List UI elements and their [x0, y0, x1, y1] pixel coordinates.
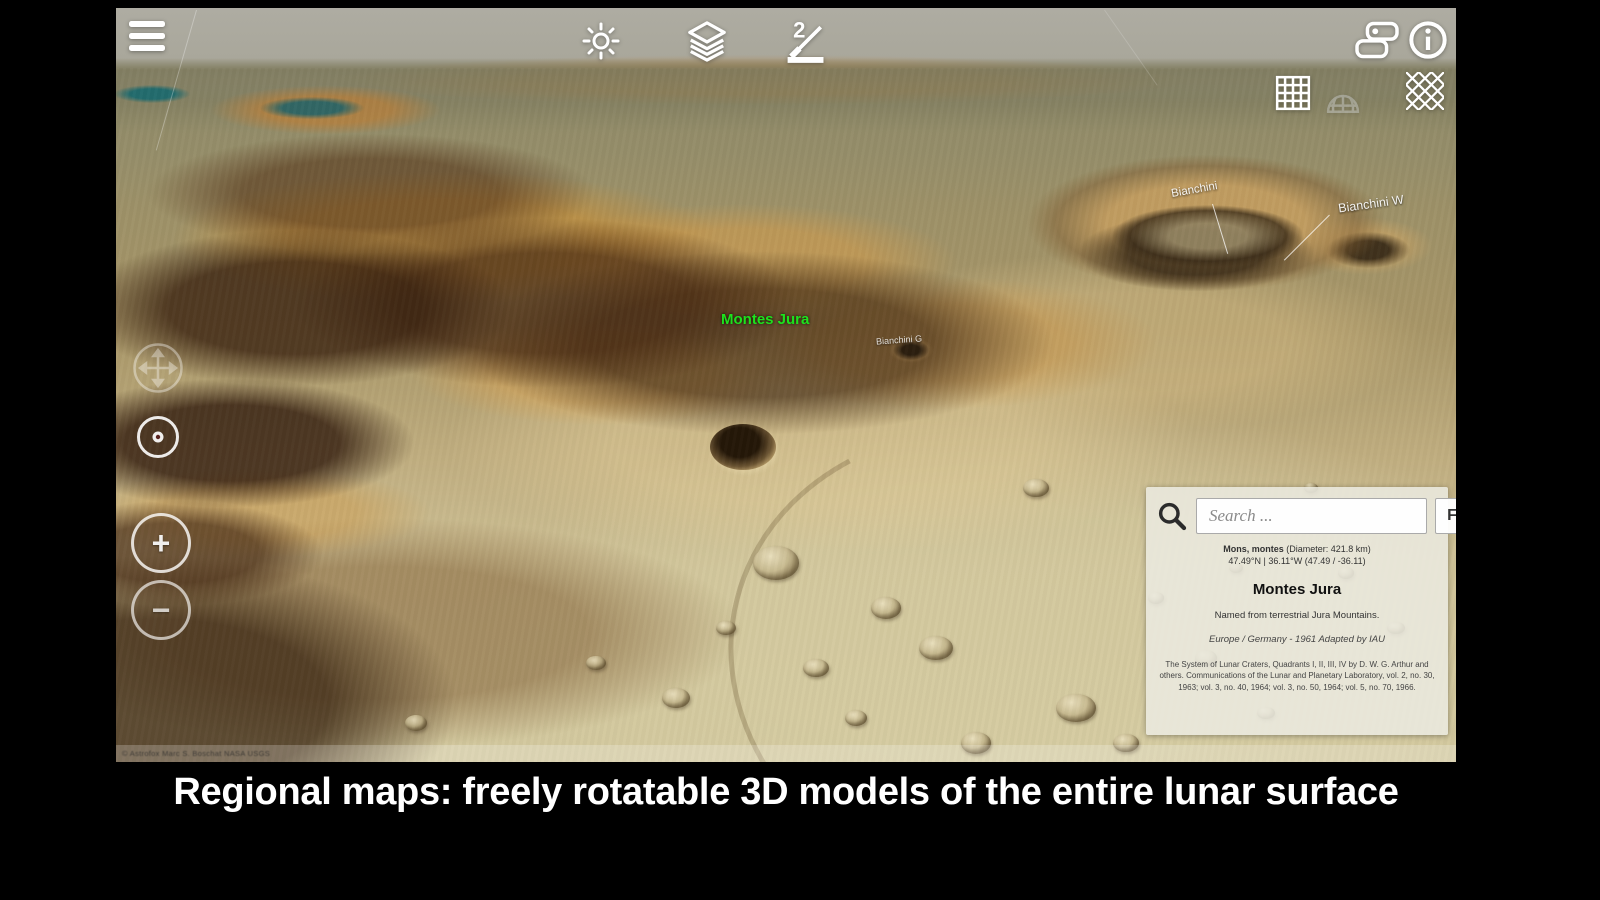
search-input[interactable]	[1196, 498, 1427, 534]
recenter-button[interactable]	[135, 414, 181, 460]
zoom-in-button[interactable]: +	[131, 513, 191, 573]
crater-decoration	[919, 636, 953, 660]
crater-decoration	[845, 710, 867, 726]
compare-views-icon[interactable]	[1354, 20, 1400, 60]
crater-decoration	[716, 621, 736, 635]
crater-decoration	[586, 656, 606, 670]
feature-type-line: Mons, montes (Diameter: 421.8 km)	[1156, 543, 1438, 555]
pan-mode-button[interactable]	[132, 342, 184, 394]
crater-decoration	[803, 659, 829, 678]
exaggeration-value: 2	[793, 18, 805, 42]
zoom-out-glyph: −	[152, 594, 171, 626]
info-icon[interactable]	[1408, 20, 1448, 60]
crater-decoration	[405, 715, 427, 731]
sun-illumination-icon[interactable]	[580, 20, 622, 62]
menu-bar	[129, 45, 165, 51]
map-label-montes-jura: Montes Jura	[721, 311, 809, 328]
feature-approval: Europe / Germany - 1961 Adapted by IAU	[1156, 634, 1438, 645]
caption-area: Regional maps: freely rotatable 3D model…	[116, 770, 1456, 816]
crater-decoration	[1056, 694, 1096, 723]
crater-decoration	[710, 424, 776, 470]
lunar-3d-map-view[interactable]: Montes Jura Bianchini G Bianchini Bianch…	[116, 8, 1456, 762]
zoom-in-glyph: +	[152, 527, 171, 559]
grid-overlay-icon[interactable]	[1274, 74, 1312, 112]
menu-bar	[129, 21, 165, 27]
zoom-out-button[interactable]: −	[131, 580, 191, 640]
find-button[interactable]: Find	[1435, 498, 1456, 534]
feature-diameter: (Diameter: 421.8 km)	[1286, 544, 1371, 554]
feature-title: Montes Jura	[1156, 581, 1438, 598]
texture-pattern-icon[interactable]	[1406, 72, 1444, 110]
promo-frame: Montes Jura Bianchini G Bianchini Bianch…	[0, 0, 1600, 900]
crater-decoration	[1023, 479, 1049, 498]
crater-decoration	[753, 546, 799, 579]
globe-graticule-icon[interactable]	[1322, 76, 1364, 116]
menu-bar	[129, 33, 165, 39]
search-icon	[1156, 500, 1188, 532]
vertical-exaggeration-icon[interactable]: 2	[782, 18, 830, 64]
feature-reference: The System of Lunar Craters, Quadrants I…	[1156, 659, 1438, 693]
feature-type: Mons, montes	[1223, 544, 1284, 554]
crater-decoration	[871, 597, 901, 619]
feature-coordinates: 47.49°N | 36.11°W (47.49 / -36.11)	[1156, 555, 1438, 567]
attribution-strip: © Astrofox Marc S. Boschat NASA USGS	[116, 745, 1456, 762]
feature-origin: Named from terrestrial Jura Mountains.	[1156, 610, 1438, 621]
attribution-text: © Astrofox Marc S. Boschat NASA USGS	[116, 749, 270, 758]
crater-decoration	[662, 688, 690, 708]
menu-icon[interactable]	[128, 18, 166, 54]
caption-text: Regional maps: freely rotatable 3D model…	[173, 770, 1398, 816]
layers-icon[interactable]	[684, 20, 730, 62]
search-info-panel: Find Mons, montes (Diameter: 421.8 km) 4…	[1146, 487, 1448, 735]
